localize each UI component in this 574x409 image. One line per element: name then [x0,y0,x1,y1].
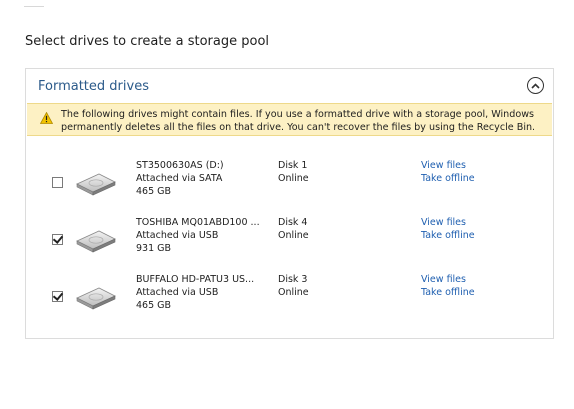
disk-status: Online [278,287,309,298]
top-divider [24,6,44,7]
warning-text: The following drives might contain files… [61,109,536,133]
take-offline-link[interactable]: Take offline [421,286,475,299]
drive-row-3: BUFFALO HD-PATU3 US... Attached via USB … [26,271,553,325]
drive-checkbox[interactable] [52,233,64,245]
drive-checkbox[interactable] [52,177,63,188]
disk-status: Online [278,230,309,241]
page-title: Select drives to create a storage pool [25,34,270,49]
view-files-link[interactable]: View files [421,273,475,286]
drive-row-1: ST3500630AS (D:) Attached via SATA 465 G… [26,157,553,211]
drive-connection: Attached via USB [136,230,219,241]
drive-checkbox[interactable] [52,290,64,302]
disk-number: Disk 3 [278,274,308,285]
view-files-link[interactable]: View files [421,159,475,172]
drive-connection: Attached via SATA [136,173,223,184]
disk-number: Disk 4 [278,217,308,228]
hard-drive-icon [76,173,116,196]
take-offline-link[interactable]: Take offline [421,172,475,185]
drive-name: ST3500630AS (D:) [136,160,224,171]
hard-drive-icon [76,287,116,310]
warning-banner: The following drives might contain files… [27,103,552,136]
disk-number: Disk 1 [278,160,308,171]
drive-row-2: TOSHIBA MQ01ABD100 ... Attached via USB … [26,214,553,268]
group-title: Formatted drives [38,79,149,94]
collapse-button[interactable] [527,77,544,94]
take-offline-link[interactable]: Take offline [421,229,475,242]
drive-size: 465 GB [136,300,172,311]
hard-drive-icon [76,230,116,253]
drive-name: TOSHIBA MQ01ABD100 ... [136,217,260,228]
drive-size: 465 GB [136,186,172,197]
drive-name: BUFFALO HD-PATU3 US... [136,274,255,285]
warning-icon [40,112,53,124]
formatted-drives-group: Formatted drives The following drives mi… [25,68,554,339]
chevron-up-icon [531,82,540,89]
drive-connection: Attached via USB [136,287,219,298]
drive-size: 931 GB [136,243,172,254]
disk-status: Online [278,173,309,184]
group-header: Formatted drives [26,69,553,103]
view-files-link[interactable]: View files [421,216,475,229]
